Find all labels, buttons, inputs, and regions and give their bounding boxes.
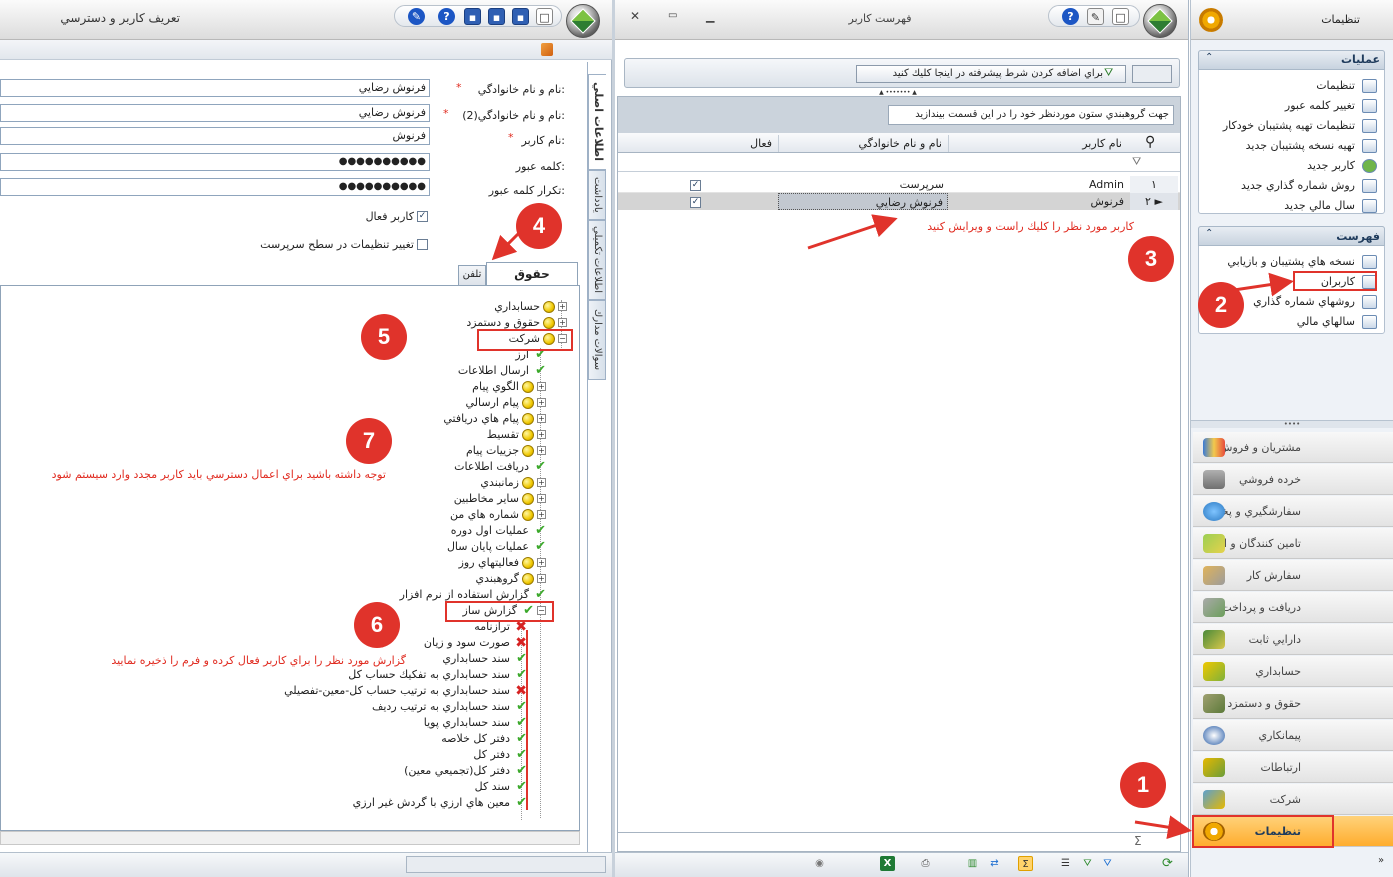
note-enable-report: گزارش مورد نظر را براي كاربر فعال كرده و… (111, 654, 406, 667)
badge-6: 6 (354, 602, 400, 648)
badge-2: 2 (1198, 282, 1244, 328)
badge-7: 7 (346, 418, 392, 464)
badge-3: 3 (1128, 236, 1174, 282)
arrow-1 (1134, 815, 1192, 840)
arrow-2 (1233, 272, 1294, 297)
arrow-4 (491, 230, 522, 261)
badge-1: 1 (1120, 762, 1166, 808)
badge-5: 5 (361, 314, 407, 360)
note-relogin: توجه داشته باشيد براي اعمال دسترسي بايد … (51, 468, 386, 481)
note-edit-user: كاربر مورد نظر را كليك راست و ويرايش كني… (927, 220, 1134, 233)
annotation-arrows (491, 214, 1294, 840)
arrow-3 (807, 214, 898, 250)
badge-4: 4 (516, 203, 562, 249)
